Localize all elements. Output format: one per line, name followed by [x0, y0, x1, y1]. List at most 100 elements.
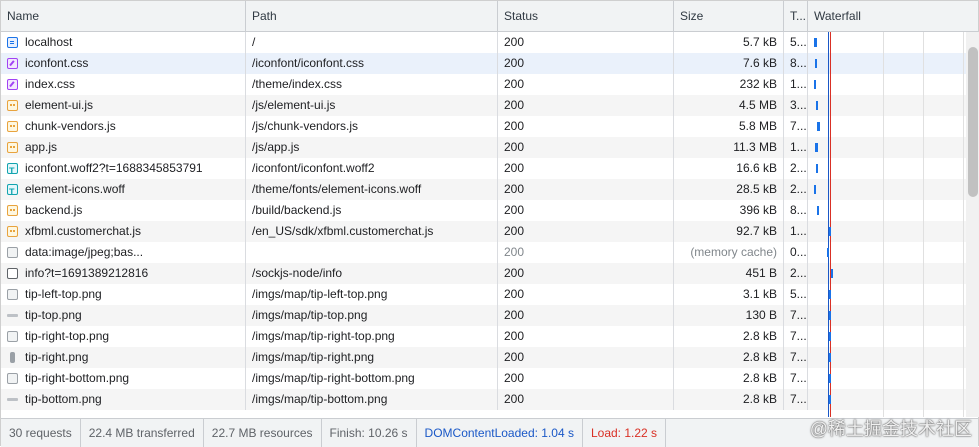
waterfall-bar	[816, 101, 819, 110]
request-name[interactable]: data:image/jpeg;bas...	[1, 242, 246, 263]
request-name[interactable]: tip-bottom.png	[1, 389, 246, 410]
request-path: /en_US/sdk/xfbml.customerchat.js	[246, 221, 498, 242]
request-name[interactable]: tip-right.png	[1, 347, 246, 368]
request-status: 200	[498, 158, 674, 179]
request-size: 5.7 kB	[674, 32, 784, 53]
request-path: /	[246, 32, 498, 53]
dom-content-loaded-time: DOMContentLoaded: 1.04 s	[417, 419, 583, 447]
request-status-text: 200	[504, 308, 525, 322]
request-status-text: 200	[504, 350, 525, 364]
request-name-text: app.js	[25, 140, 58, 154]
image-bar-icon	[10, 352, 15, 363]
request-path: /imgs/map/tip-right-top.png	[246, 326, 498, 347]
request-time-text: 7...	[790, 350, 807, 364]
request-status: 200	[498, 179, 674, 200]
column-header-waterfall[interactable]: Waterfall	[808, 1, 979, 31]
request-name[interactable]: element-ui.js	[1, 95, 246, 116]
request-size-text: 4.5 MB	[738, 98, 777, 112]
font-icon	[7, 161, 18, 179]
request-status-text: 200	[504, 392, 525, 406]
scrollbar-thumb[interactable]	[968, 47, 978, 197]
request-name-text: backend.js	[25, 203, 83, 217]
request-size-text: 396 kB	[739, 203, 777, 217]
column-header-status[interactable]: Status	[498, 1, 674, 31]
waterfall-bar	[829, 395, 831, 404]
request-time: 1...	[784, 221, 808, 242]
waterfall-bar	[831, 269, 833, 278]
request-status-text: 200	[504, 266, 525, 280]
request-time-text: 3...	[790, 98, 807, 112]
request-time-text: 2...	[790, 182, 807, 196]
script-icon	[7, 205, 18, 216]
request-name[interactable]: localhost	[1, 32, 246, 53]
request-time-text: 5...	[790, 35, 807, 49]
request-name-text: iconfont.woff2?t=1688345853791	[25, 161, 203, 175]
request-path-text: /theme/index.css	[252, 77, 343, 91]
column-header-size[interactable]: Size	[674, 1, 784, 31]
request-time: 7...	[784, 368, 808, 389]
request-time-text: 7...	[790, 371, 807, 385]
request-size-text: 7.6 kB	[742, 56, 777, 70]
request-time: 5...	[784, 284, 808, 305]
request-path: /js/element-ui.js	[246, 95, 498, 116]
request-path: /iconfont/iconfont.css	[246, 53, 498, 74]
request-name[interactable]: info?t=1691389212816	[1, 263, 246, 284]
request-time-text: 7...	[790, 329, 807, 343]
request-status: 200	[498, 74, 674, 95]
request-status: 200	[498, 32, 674, 53]
request-size-text: (memory cache)	[690, 245, 777, 259]
request-name[interactable]: tip-right-top.png	[1, 326, 246, 347]
waterfall-gridline	[883, 32, 884, 417]
waterfall-bar	[829, 353, 831, 362]
request-name-text: element-icons.woff	[25, 182, 125, 196]
request-path: /imgs/map/tip-top.png	[246, 305, 498, 326]
request-status-text: 200	[504, 119, 525, 133]
request-time: 3...	[784, 95, 808, 116]
request-name[interactable]: chunk-vendors.js	[1, 116, 246, 137]
request-status-text: 200	[504, 140, 525, 154]
request-status: 200	[498, 116, 674, 137]
request-name-text: element-ui.js	[25, 98, 94, 112]
request-name[interactable]: tip-right-bottom.png	[1, 368, 246, 389]
request-name-text: tip-right-top.png	[25, 329, 110, 343]
request-size-text: 2.8 kB	[742, 392, 777, 406]
request-path-text: /js/chunk-vendors.js	[252, 119, 359, 133]
request-name[interactable]: iconfont.woff2?t=1688345853791	[1, 158, 246, 179]
request-name[interactable]: iconfont.css	[1, 53, 246, 74]
request-time: 2...	[784, 179, 808, 200]
request-status-text: 200	[504, 35, 525, 49]
request-time: 7...	[784, 305, 808, 326]
request-path-text: /en_US/sdk/xfbml.customerchat.js	[252, 224, 434, 238]
request-size: 130 B	[674, 305, 784, 326]
waterfall-bar	[814, 185, 816, 194]
image-line-icon	[7, 398, 18, 401]
request-size: 5.8 MB	[674, 116, 784, 137]
request-name[interactable]: tip-left-top.png	[1, 284, 246, 305]
request-status: 200	[498, 368, 674, 389]
column-header-path[interactable]: Path	[246, 1, 498, 31]
request-path: /js/app.js	[246, 137, 498, 158]
request-size: 232 kB	[674, 74, 784, 95]
request-name[interactable]: backend.js	[1, 200, 246, 221]
request-name[interactable]: app.js	[1, 137, 246, 158]
request-time-text: 7...	[790, 392, 807, 406]
request-time-text: 2...	[790, 161, 807, 175]
request-time: 8...	[784, 200, 808, 221]
request-path-text: /theme/fonts/element-icons.woff	[252, 182, 422, 196]
request-path: /iconfont/iconfont.woff2	[246, 158, 498, 179]
request-name[interactable]: index.css	[1, 74, 246, 95]
request-name[interactable]: element-icons.woff	[1, 179, 246, 200]
request-name[interactable]: tip-top.png	[1, 305, 246, 326]
request-size-text: 92.7 kB	[736, 224, 777, 238]
request-size-text: 11.3 MB	[733, 140, 777, 154]
column-header-time[interactable]: T...	[784, 1, 808, 31]
waterfall-bar	[814, 80, 816, 89]
column-header-name[interactable]: Name	[1, 1, 246, 31]
request-status: 200	[498, 326, 674, 347]
script-icon	[7, 121, 18, 132]
request-size: 2.8 kB	[674, 368, 784, 389]
waterfall-bar	[817, 122, 820, 131]
request-name[interactable]: xfbml.customerchat.js	[1, 221, 246, 242]
waterfall-area	[808, 32, 966, 417]
waterfall-bar	[815, 59, 817, 68]
